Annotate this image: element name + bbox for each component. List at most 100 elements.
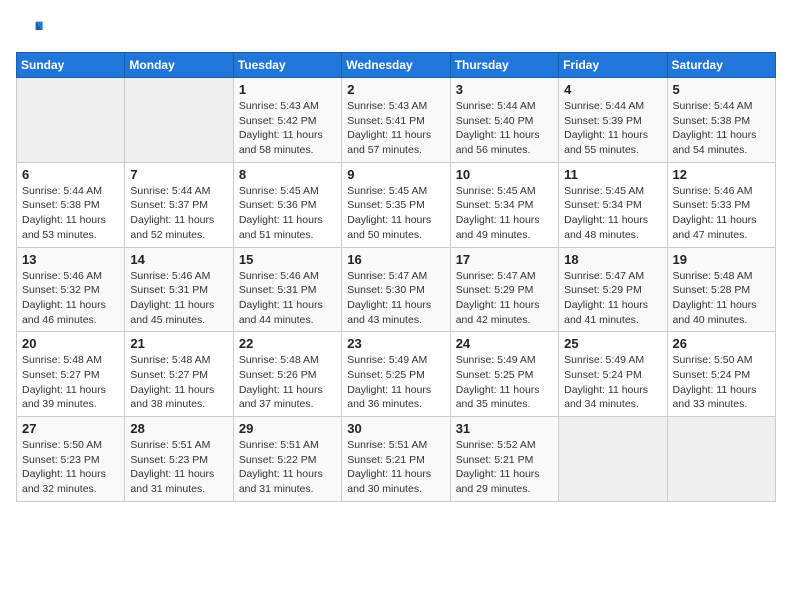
day-number: 15 bbox=[239, 252, 336, 267]
day-info: Sunrise: 5:44 AM Sunset: 5:37 PM Dayligh… bbox=[130, 184, 227, 243]
day-info: Sunrise: 5:47 AM Sunset: 5:29 PM Dayligh… bbox=[564, 269, 661, 328]
day-number: 3 bbox=[456, 82, 553, 97]
weekday-header: Sunday bbox=[17, 53, 125, 78]
calendar-cell: 15 Sunrise: 5:46 AM Sunset: 5:31 PM Dayli… bbox=[233, 247, 341, 332]
day-info: Sunrise: 5:44 AM Sunset: 5:38 PM Dayligh… bbox=[22, 184, 119, 243]
day-info: Sunrise: 5:52 AM Sunset: 5:21 PM Dayligh… bbox=[456, 438, 553, 497]
day-number: 23 bbox=[347, 336, 444, 351]
day-number: 26 bbox=[673, 336, 770, 351]
day-info: Sunrise: 5:45 AM Sunset: 5:36 PM Dayligh… bbox=[239, 184, 336, 243]
day-number: 21 bbox=[130, 336, 227, 351]
calendar-cell: 18 Sunrise: 5:47 AM Sunset: 5:29 PM Dayli… bbox=[559, 247, 667, 332]
logo bbox=[16, 16, 48, 44]
day-number: 12 bbox=[673, 167, 770, 182]
day-number: 13 bbox=[22, 252, 119, 267]
calendar-cell: 31 Sunrise: 5:52 AM Sunset: 5:21 PM Dayli… bbox=[450, 417, 558, 502]
logo-icon bbox=[16, 16, 44, 44]
weekday-header: Wednesday bbox=[342, 53, 450, 78]
calendar-table: SundayMondayTuesdayWednesdayThursdayFrid… bbox=[16, 52, 776, 502]
calendar-cell: 21 Sunrise: 5:48 AM Sunset: 5:27 PM Dayli… bbox=[125, 332, 233, 417]
calendar-cell: 26 Sunrise: 5:50 AM Sunset: 5:24 PM Dayli… bbox=[667, 332, 775, 417]
day-number: 16 bbox=[347, 252, 444, 267]
calendar-body: 1 Sunrise: 5:43 AM Sunset: 5:42 PM Daylig… bbox=[17, 78, 776, 502]
day-number: 14 bbox=[130, 252, 227, 267]
calendar-week-row: 13 Sunrise: 5:46 AM Sunset: 5:32 PM Dayli… bbox=[17, 247, 776, 332]
day-info: Sunrise: 5:44 AM Sunset: 5:40 PM Dayligh… bbox=[456, 99, 553, 158]
day-number: 18 bbox=[564, 252, 661, 267]
calendar-cell: 8 Sunrise: 5:45 AM Sunset: 5:36 PM Daylig… bbox=[233, 162, 341, 247]
day-info: Sunrise: 5:48 AM Sunset: 5:28 PM Dayligh… bbox=[673, 269, 770, 328]
weekday-header: Saturday bbox=[667, 53, 775, 78]
day-info: Sunrise: 5:51 AM Sunset: 5:22 PM Dayligh… bbox=[239, 438, 336, 497]
calendar-cell bbox=[17, 78, 125, 163]
day-number: 24 bbox=[456, 336, 553, 351]
calendar-cell: 7 Sunrise: 5:44 AM Sunset: 5:37 PM Daylig… bbox=[125, 162, 233, 247]
calendar-cell: 2Sunrise: 5:43 AM Sunset: 5:41 PM Daylig… bbox=[342, 78, 450, 163]
calendar-cell: 29Sunrise: 5:51 AM Sunset: 5:22 PM Dayli… bbox=[233, 417, 341, 502]
calendar-cell: 25 Sunrise: 5:49 AM Sunset: 5:24 PM Dayli… bbox=[559, 332, 667, 417]
day-number: 11 bbox=[564, 167, 661, 182]
calendar-cell: 14 Sunrise: 5:46 AM Sunset: 5:31 PM Dayli… bbox=[125, 247, 233, 332]
calendar-cell bbox=[559, 417, 667, 502]
day-info: Sunrise: 5:43 AM Sunset: 5:41 PM Dayligh… bbox=[347, 99, 444, 158]
day-info: Sunrise: 5:43 AM Sunset: 5:42 PM Dayligh… bbox=[239, 99, 336, 158]
day-info: Sunrise: 5:48 AM Sunset: 5:27 PM Dayligh… bbox=[22, 353, 119, 412]
day-info: Sunrise: 5:47 AM Sunset: 5:29 PM Dayligh… bbox=[456, 269, 553, 328]
weekday-header: Thursday bbox=[450, 53, 558, 78]
weekday-header: Friday bbox=[559, 53, 667, 78]
day-number: 8 bbox=[239, 167, 336, 182]
day-info: Sunrise: 5:46 AM Sunset: 5:32 PM Dayligh… bbox=[22, 269, 119, 328]
day-number: 27 bbox=[22, 421, 119, 436]
calendar-cell: 12Sunrise: 5:46 AM Sunset: 5:33 PM Dayli… bbox=[667, 162, 775, 247]
calendar-cell: 4 Sunrise: 5:44 AM Sunset: 5:39 PM Daylig… bbox=[559, 78, 667, 163]
calendar-cell: 24 Sunrise: 5:49 AM Sunset: 5:25 PM Dayli… bbox=[450, 332, 558, 417]
day-number: 25 bbox=[564, 336, 661, 351]
day-info: Sunrise: 5:49 AM Sunset: 5:25 PM Dayligh… bbox=[347, 353, 444, 412]
day-info: Sunrise: 5:48 AM Sunset: 5:26 PM Dayligh… bbox=[239, 353, 336, 412]
day-info: Sunrise: 5:49 AM Sunset: 5:25 PM Dayligh… bbox=[456, 353, 553, 412]
day-number: 6 bbox=[22, 167, 119, 182]
calendar-cell: 16Sunrise: 5:47 AM Sunset: 5:30 PM Dayli… bbox=[342, 247, 450, 332]
day-info: Sunrise: 5:51 AM Sunset: 5:21 PM Dayligh… bbox=[347, 438, 444, 497]
calendar-cell: 1 Sunrise: 5:43 AM Sunset: 5:42 PM Daylig… bbox=[233, 78, 341, 163]
day-info: Sunrise: 5:45 AM Sunset: 5:34 PM Dayligh… bbox=[564, 184, 661, 243]
day-number: 7 bbox=[130, 167, 227, 182]
day-number: 4 bbox=[564, 82, 661, 97]
day-info: Sunrise: 5:48 AM Sunset: 5:27 PM Dayligh… bbox=[130, 353, 227, 412]
weekday-header-row: SundayMondayTuesdayWednesdayThursdayFrid… bbox=[17, 53, 776, 78]
calendar-cell: 5 Sunrise: 5:44 AM Sunset: 5:38 PM Daylig… bbox=[667, 78, 775, 163]
day-number: 17 bbox=[456, 252, 553, 267]
calendar-cell bbox=[667, 417, 775, 502]
day-info: Sunrise: 5:49 AM Sunset: 5:24 PM Dayligh… bbox=[564, 353, 661, 412]
calendar-week-row: 1 Sunrise: 5:43 AM Sunset: 5:42 PM Daylig… bbox=[17, 78, 776, 163]
calendar-cell: 28 Sunrise: 5:51 AM Sunset: 5:23 PM Dayli… bbox=[125, 417, 233, 502]
weekday-header: Tuesday bbox=[233, 53, 341, 78]
day-info: Sunrise: 5:46 AM Sunset: 5:31 PM Dayligh… bbox=[130, 269, 227, 328]
calendar-cell: 9Sunrise: 5:45 AM Sunset: 5:35 PM Daylig… bbox=[342, 162, 450, 247]
day-number: 5 bbox=[673, 82, 770, 97]
calendar-cell: 30 Sunrise: 5:51 AM Sunset: 5:21 PM Dayli… bbox=[342, 417, 450, 502]
day-info: Sunrise: 5:45 AM Sunset: 5:34 PM Dayligh… bbox=[456, 184, 553, 243]
day-info: Sunrise: 5:44 AM Sunset: 5:38 PM Dayligh… bbox=[673, 99, 770, 158]
calendar-week-row: 20Sunrise: 5:48 AM Sunset: 5:27 PM Dayli… bbox=[17, 332, 776, 417]
calendar-cell: 27Sunrise: 5:50 AM Sunset: 5:23 PM Dayli… bbox=[17, 417, 125, 502]
day-number: 22 bbox=[239, 336, 336, 351]
calendar-cell: 20Sunrise: 5:48 AM Sunset: 5:27 PM Dayli… bbox=[17, 332, 125, 417]
day-number: 30 bbox=[347, 421, 444, 436]
day-number: 1 bbox=[239, 82, 336, 97]
calendar-cell: 23 Sunrise: 5:49 AM Sunset: 5:25 PM Dayli… bbox=[342, 332, 450, 417]
weekday-header: Monday bbox=[125, 53, 233, 78]
calendar-week-row: 27Sunrise: 5:50 AM Sunset: 5:23 PM Dayli… bbox=[17, 417, 776, 502]
day-number: 28 bbox=[130, 421, 227, 436]
calendar-cell: 6 Sunrise: 5:44 AM Sunset: 5:38 PM Daylig… bbox=[17, 162, 125, 247]
day-info: Sunrise: 5:44 AM Sunset: 5:39 PM Dayligh… bbox=[564, 99, 661, 158]
calendar-cell: 10Sunrise: 5:45 AM Sunset: 5:34 PM Dayli… bbox=[450, 162, 558, 247]
calendar-cell: 11 Sunrise: 5:45 AM Sunset: 5:34 PM Dayli… bbox=[559, 162, 667, 247]
calendar-cell: 19Sunrise: 5:48 AM Sunset: 5:28 PM Dayli… bbox=[667, 247, 775, 332]
day-number: 31 bbox=[456, 421, 553, 436]
day-info: Sunrise: 5:51 AM Sunset: 5:23 PM Dayligh… bbox=[130, 438, 227, 497]
calendar-cell: 22 Sunrise: 5:48 AM Sunset: 5:26 PM Dayli… bbox=[233, 332, 341, 417]
day-info: Sunrise: 5:46 AM Sunset: 5:31 PM Dayligh… bbox=[239, 269, 336, 328]
page-header bbox=[16, 16, 776, 44]
day-info: Sunrise: 5:50 AM Sunset: 5:24 PM Dayligh… bbox=[673, 353, 770, 412]
